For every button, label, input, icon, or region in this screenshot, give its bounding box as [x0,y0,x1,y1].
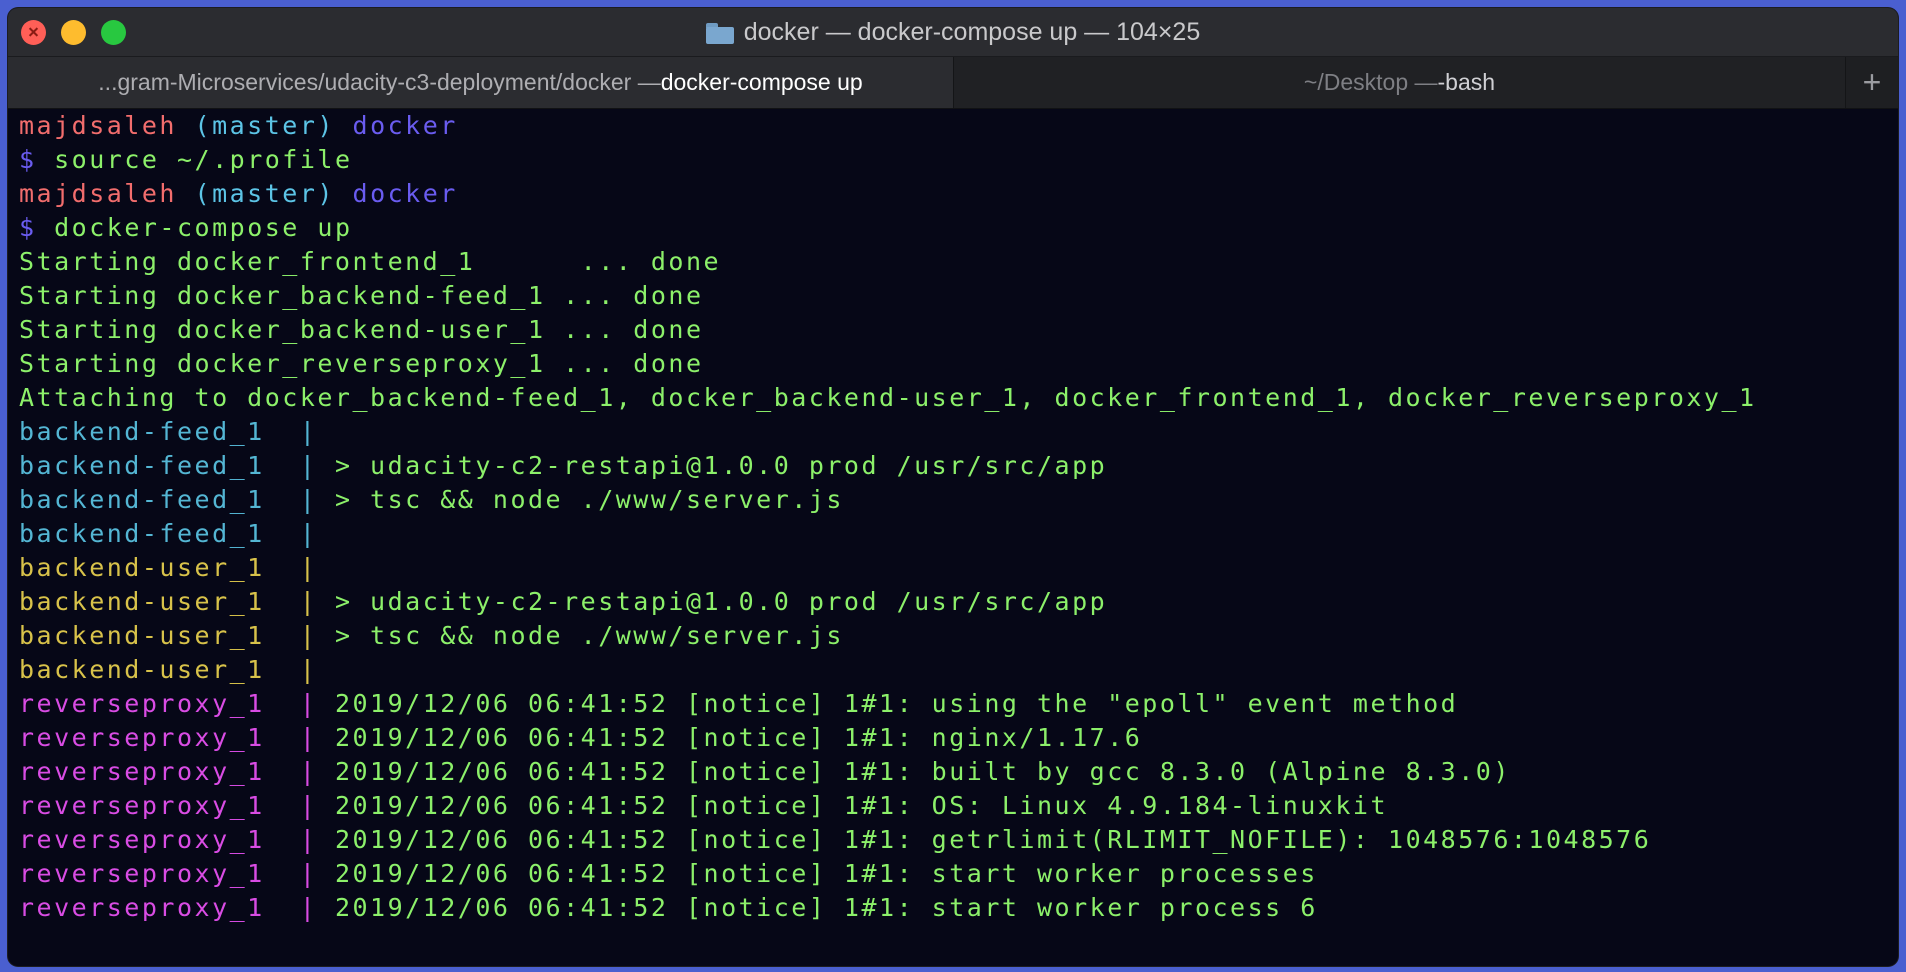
tab-bar: ...gram-Microservices/udacity-c3-deploym… [8,57,1898,109]
log-text: 2019/12/06 06:41:52 [notice] 1#1: start … [334,859,1318,888]
log-service: reverseproxy_1 [19,825,300,854]
log-separator: | [299,485,335,514]
log-line: backend-user_1 | > udacity-c2-restapi@1.… [19,585,1898,619]
log-separator: | [299,893,335,922]
close-window-icon[interactable] [21,20,46,45]
log-service: backend-user_1 [19,621,300,650]
log-separator: | [299,825,335,854]
tab-path: ...gram-Microservices/udacity-c3-deploym… [98,69,661,95]
log-service: backend-user_1 [19,553,300,582]
prompt-symbol: $ [19,145,37,174]
log-separator: | [299,655,335,684]
log-text: 2019/12/06 06:41:52 [notice] 1#1: built … [334,757,1511,786]
window-controls [21,20,126,45]
log-text: > tsc && node ./www/server.js [334,485,844,514]
log-text: 2019/12/06 06:41:52 [notice] 1#1: OS: Li… [334,791,1389,820]
log-separator: | [299,451,335,480]
log-line: reverseproxy_1 | 2019/12/06 06:41:52 [no… [19,687,1898,721]
log-service: reverseproxy_1 [19,723,300,752]
log-text: > udacity-c2-restapi@1.0.0 prod /usr/src… [334,587,1108,616]
terminal-output[interactable]: majdsaleh (master) docker $ source ~/.pr… [19,109,1898,966]
prompt-user: majdsaleh [19,179,177,208]
log-separator: | [299,757,335,786]
log-service: reverseproxy_1 [19,893,300,922]
tab-desktop-bash[interactable]: ~/Desktop — -bash [954,57,1846,108]
log-line: reverseproxy_1 | 2019/12/06 06:41:52 [no… [19,789,1898,823]
prompt-line: majdsaleh (master) docker [19,109,1898,143]
log-text: 2019/12/06 06:41:52 [notice] 1#1: nginx/… [334,723,1143,752]
log-line: reverseproxy_1 | 2019/12/06 06:41:52 [no… [19,755,1898,789]
zoom-window-icon[interactable] [101,20,126,45]
log-line: backend-user_1 | > tsc && node ./www/ser… [19,619,1898,653]
tab-command: docker-compose up [660,69,863,95]
folder-icon [705,22,734,44]
output-line: Attaching to docker_backend-feed_1, dock… [19,383,1757,412]
tab-command: -bash [1437,69,1496,95]
output-line: Starting docker_frontend_1 ... done [19,247,722,276]
command-text: docker-compose up [54,213,353,242]
log-line: reverseproxy_1 | 2019/12/06 06:41:52 [no… [19,857,1898,891]
log-service: backend-feed_1 [19,417,300,446]
log-separator: | [299,689,335,718]
log-service: reverseproxy_1 [19,689,300,718]
command-text: source ~/.profile [54,145,353,174]
log-separator: | [299,723,335,752]
title-bar[interactable]: docker — docker-compose up — 104×25 [8,8,1898,57]
output-line: Starting docker_reverseproxy_1 ... done [19,349,704,378]
prompt-line: majdsaleh (master) docker [19,177,1898,211]
tab-path: ~/Desktop — [1303,69,1438,95]
log-separator: | [299,417,335,446]
command-line: $ source ~/.profile [19,143,1898,177]
tab-docker-compose[interactable]: ...gram-Microservices/udacity-c3-deploym… [8,57,954,108]
new-tab-button[interactable]: + [1846,57,1898,108]
log-service: reverseproxy_1 [19,791,300,820]
terminal-window: docker — docker-compose up — 104×25 ...g… [8,8,1898,966]
log-separator: | [299,859,335,888]
log-line: backend-feed_1 | [19,415,1898,449]
prompt-symbol: $ [19,213,37,242]
log-service: backend-feed_1 [19,485,300,514]
log-line: reverseproxy_1 | 2019/12/06 06:41:52 [no… [19,891,1898,925]
log-text: 2019/12/06 06:41:52 [notice] 1#1: getrli… [334,825,1652,854]
log-separator: | [299,587,335,616]
log-service: reverseproxy_1 [19,757,300,786]
log-separator: | [299,553,335,582]
log-line: backend-feed_1 | > udacity-c2-restapi@1.… [19,449,1898,483]
log-separator: | [299,791,335,820]
log-service: backend-feed_1 [19,519,300,548]
prompt-dir: docker [352,111,458,140]
log-service: reverseproxy_1 [19,859,300,888]
log-text: 2019/12/06 06:41:52 [notice] 1#1: using … [334,689,1459,718]
prompt-dir: docker [352,179,458,208]
minimize-window-icon[interactable] [61,20,86,45]
log-service: backend-user_1 [19,655,300,684]
log-line: backend-feed_1 | [19,517,1898,551]
log-text: 2019/12/06 06:41:52 [notice] 1#1: start … [334,893,1318,922]
log-line: reverseproxy_1 | 2019/12/06 06:41:52 [no… [19,721,1898,755]
command-line: $ docker-compose up [19,211,1898,245]
output-line: Starting docker_backend-feed_1 ... done [19,281,704,310]
log-text: > tsc && node ./www/server.js [334,621,844,650]
log-separator: | [299,519,335,548]
log-line: reverseproxy_1 | 2019/12/06 06:41:52 [no… [19,823,1898,857]
prompt-branch: (master) [194,179,335,208]
log-text: > udacity-c2-restapi@1.0.0 prod /usr/src… [334,451,1108,480]
output-line: Starting docker_backend-user_1 ... done [19,315,704,344]
log-line: backend-user_1 | [19,551,1898,585]
log-line: backend-user_1 | [19,653,1898,687]
prompt-user: majdsaleh [19,111,177,140]
log-service: backend-user_1 [19,587,300,616]
log-service: backend-feed_1 [19,451,300,480]
log-separator: | [299,621,335,650]
window-title: docker — docker-compose up — 104×25 [743,17,1201,46]
window-title-group: docker — docker-compose up — 104×25 [705,17,1201,47]
prompt-branch: (master) [194,111,335,140]
log-line: backend-feed_1 | > tsc && node ./www/ser… [19,483,1898,517]
